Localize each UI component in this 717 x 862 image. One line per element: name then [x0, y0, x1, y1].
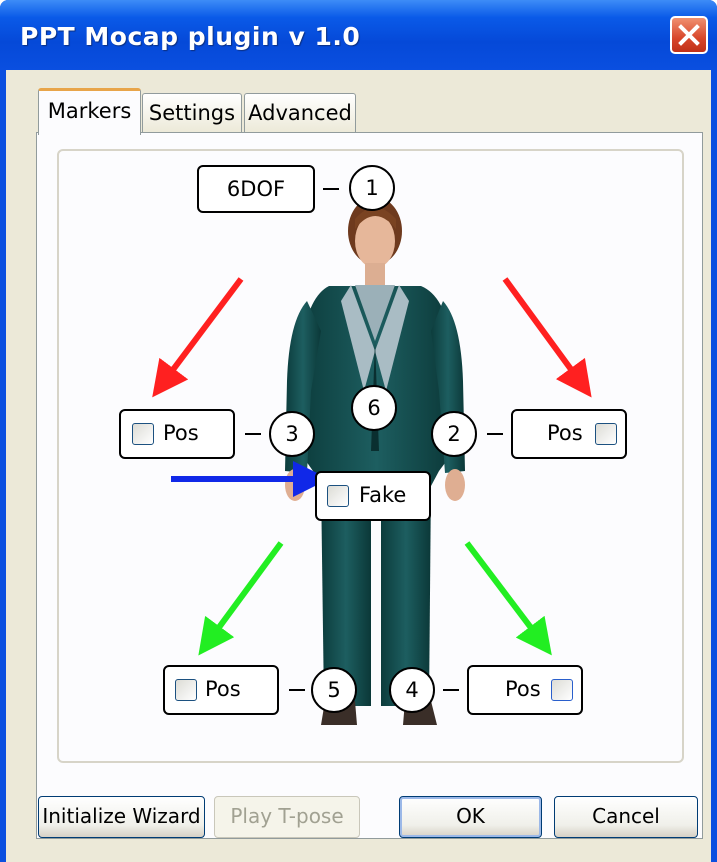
green-arrow-left [198, 541, 284, 656]
right-foot-pos-box: Pos [163, 665, 279, 715]
head-6dof-label: 6DOF [226, 177, 286, 201]
left-foot-pos-label: Pos [505, 677, 541, 701]
connector-dash [323, 188, 339, 190]
left-hand-pos-checkbox[interactable] [595, 423, 617, 445]
red-arrow-right [502, 277, 592, 398]
fake-box: Fake [315, 471, 431, 521]
connector-dash [245, 433, 261, 435]
head-6dof-box: 6DOF [197, 165, 315, 213]
left-hand-pos-label: Pos [547, 421, 583, 445]
tab-settings[interactable]: Settings [142, 93, 242, 133]
close-button[interactable] [670, 16, 708, 54]
cancel-button[interactable]: Cancel [554, 796, 698, 838]
tab-markers[interactable]: Markers [38, 88, 141, 135]
connector-dash [487, 433, 503, 435]
left-foot-pos-box: Pos [467, 665, 583, 715]
marker-number-6: 6 [351, 385, 397, 431]
initialize-wizard-button[interactable]: Initialize Wizard [38, 796, 205, 838]
dialog-window: PPT Mocap plugin v 1.0 Markers Settings … [0, 0, 717, 862]
title-bar[interactable]: PPT Mocap plugin v 1.0 [0, 0, 717, 70]
play-tpose-button[interactable]: Play T-pose [214, 796, 360, 838]
tab-advanced[interactable]: Advanced [244, 93, 356, 133]
window-title: PPT Mocap plugin v 1.0 [20, 22, 361, 51]
fake-label: Fake [359, 483, 407, 507]
marker-number-4: 4 [389, 667, 435, 713]
connector-dash [289, 689, 305, 691]
right-foot-pos-label: Pos [205, 677, 241, 701]
ok-button[interactable]: OK [399, 796, 542, 838]
right-foot-pos-checkbox[interactable] [175, 679, 197, 701]
marker-number-5: 5 [311, 667, 357, 713]
left-hand-pos-box: Pos [511, 409, 627, 459]
marker-number-3: 3 [269, 411, 315, 457]
red-arrow-left [152, 277, 244, 398]
right-hand-pos-label: Pos [163, 421, 199, 445]
connector-dash [443, 689, 459, 691]
green-arrow-right [464, 541, 552, 656]
right-hand-pos-box: Pos [119, 409, 235, 459]
dialog-client-area: Markers Settings Advanced 6DOF 1 Pos 3 6… [6, 70, 711, 862]
close-icon [678, 24, 700, 46]
tab-settings-label: Settings [148, 101, 236, 125]
left-foot-pos-checkbox[interactable] [551, 679, 573, 701]
marker-number-1: 1 [349, 165, 395, 211]
marker-layout-frame: 6DOF 1 Pos 3 6 2 Pos Fake Pos 5 4 Pos [57, 149, 684, 763]
right-hand-pos-checkbox[interactable] [132, 423, 154, 445]
marker-number-2: 2 [431, 411, 477, 457]
tab-markers-label: Markers [47, 99, 132, 123]
markers-tab-panel: 6DOF 1 Pos 3 6 2 Pos Fake Pos 5 4 Pos [36, 132, 703, 839]
tab-advanced-label: Advanced [248, 101, 352, 125]
fake-checkbox[interactable] [327, 485, 349, 507]
